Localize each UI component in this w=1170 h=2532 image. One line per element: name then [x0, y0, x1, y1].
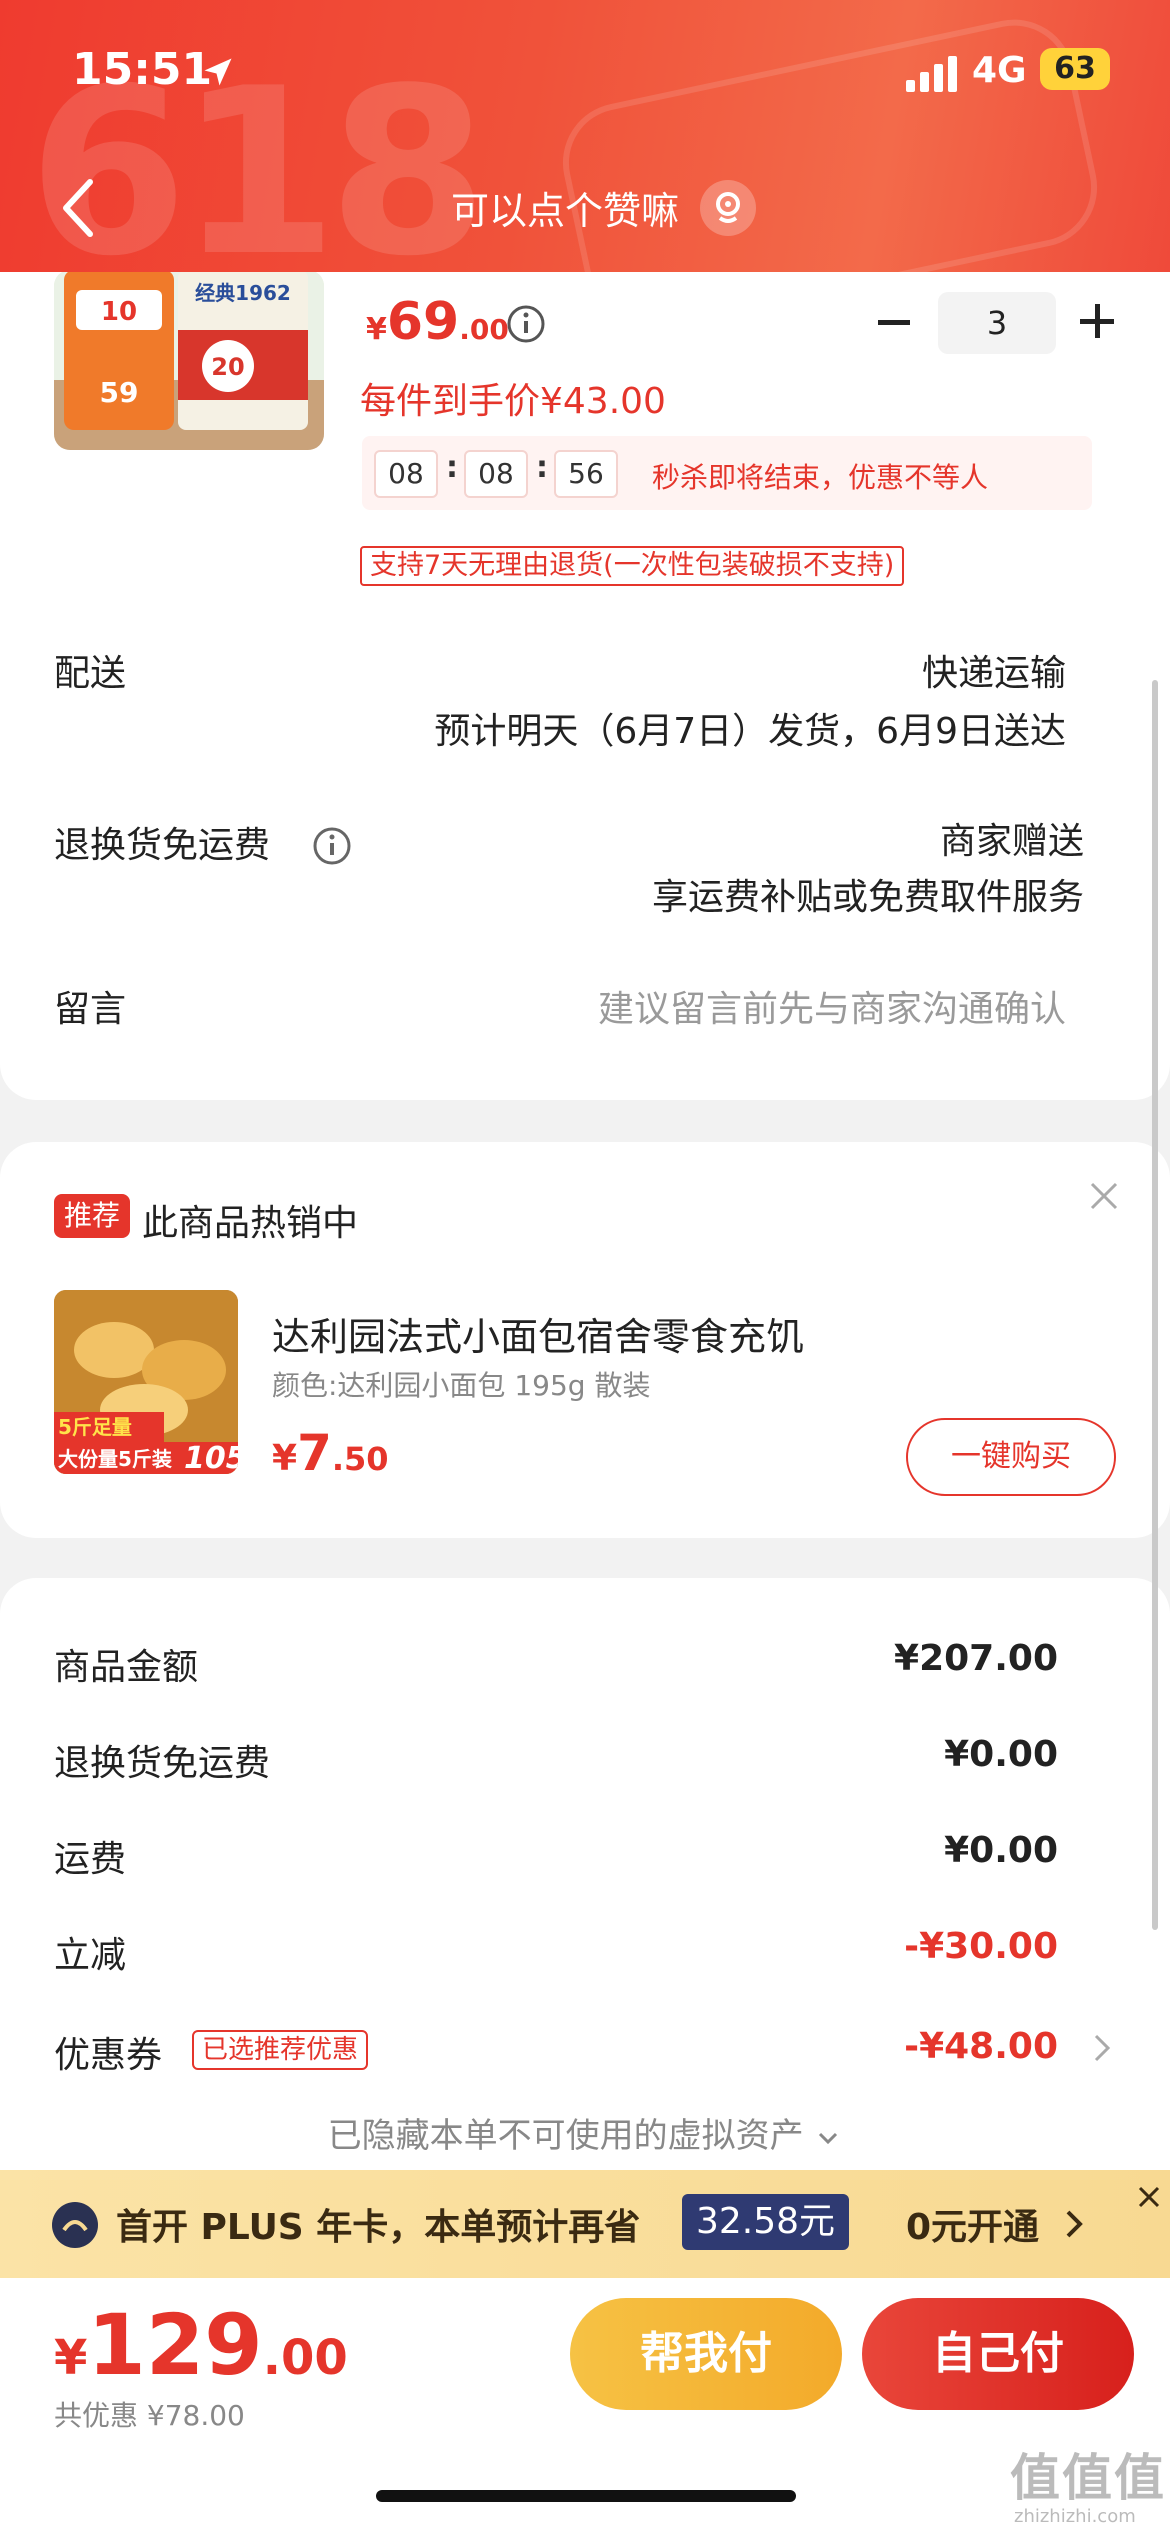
hidden-assets-text: 已隐藏本单不可使用的虚拟资产: [327, 2116, 804, 2156]
price-decimal: .00: [459, 313, 509, 346]
countdown-minutes: 08: [464, 450, 528, 498]
countdown-hours: 08: [374, 450, 438, 498]
one-click-buy-button[interactable]: 一键购买: [906, 1418, 1116, 1496]
summary-goods-label: 商品金额: [54, 1647, 199, 1688]
chevron-right-icon[interactable]: [1090, 2028, 1114, 2068]
summary-shipping-label: 运费: [54, 1839, 127, 1880]
plus-banner-text: 首开 PLUS 年卡，本单预计再省: [116, 2207, 641, 2248]
home-indicator[interactable]: [376, 2490, 796, 2502]
product-price: ¥69.00: [366, 292, 509, 352]
countdown-note: 秒杀即将结束，优惠不等人: [652, 461, 989, 494]
summary-coupon-value[interactable]: -¥48.00: [904, 2026, 1058, 2067]
return-shipping-service: 享运费补贴或免费取件服务: [651, 877, 1084, 918]
total-decimal: .00: [262, 2330, 348, 2386]
plus-membership-banner[interactable]: 首开 PLUS 年卡，本单预计再省 32.58元 0元开通: [0, 2170, 1170, 2278]
recommend-title: 此商品热销中: [142, 1203, 359, 1244]
recommend-product-price: ¥7.50: [272, 1424, 389, 1482]
location-pin-icon[interactable]: [700, 180, 756, 236]
signal-icon: [906, 56, 957, 92]
delivery-label: 配送: [54, 653, 127, 694]
delivery-estimate: 预计明天（6月7日）发货，6月9日送达: [434, 711, 1066, 752]
recommend-price-integer: 7: [297, 1424, 332, 1482]
quantity-increase-button[interactable]: [1080, 304, 1114, 338]
total-currency: ¥: [54, 2330, 88, 2386]
flash-sale-countdown: 08 : 08 : 56 秒杀即将结束，优惠不等人: [362, 436, 1092, 510]
total-saving: 共优惠 ¥78.00: [54, 2399, 245, 2432]
total-price: ¥129.00: [54, 2296, 348, 2394]
checkout-bar: ¥129.00 共优惠 ¥78.00 帮我付 自己付 值值值 zhizhizhi…: [0, 2278, 1170, 2532]
order-confirm-page: 618 15:51 4G 63 可以点个赞嘛 10 59 经典1962 20 ¥…: [0, 0, 1170, 2532]
summary-return-label: 退换货免运费: [54, 1743, 271, 1784]
return-shipping-info-icon[interactable]: [312, 826, 352, 866]
recommend-price-currency: ¥: [272, 1438, 298, 1479]
plus-logo-icon: [52, 2202, 98, 2248]
summary-return-value: ¥0.00: [944, 1734, 1058, 1775]
product-img-badge-price: 10: [101, 297, 137, 327]
pay-myself-button[interactable]: 自己付: [862, 2298, 1134, 2410]
recommend-product-spec: 颜色:达利园小面包 195g 散装: [272, 1369, 651, 1402]
recommend-price-decimal: .50: [331, 1440, 389, 1478]
summary-goods-value: ¥207.00: [894, 1638, 1058, 1679]
recommend-img-num: 105: [184, 1441, 238, 1474]
plus-saving-amount: 32.58元: [682, 2194, 850, 2250]
order-item-card: 10 59 经典1962 20 ¥69.00 3 每件到手价¥43.00 08 …: [0, 200, 1170, 1100]
recommend-product-name[interactable]: 达利园法式小面包宿舍零食充饥: [272, 1306, 804, 1361]
hidden-assets-toggle[interactable]: 已隐藏本单不可使用的虚拟资产: [0, 2108, 1170, 2157]
page-title: 可以点个赞嘛: [450, 189, 679, 233]
quantity-value[interactable]: 3: [938, 292, 1056, 354]
header-bar: 618 15:51 4G 63 可以点个赞嘛: [0, 0, 1170, 272]
chevron-down-icon: [819, 2132, 838, 2144]
scrollbar[interactable]: [1152, 680, 1158, 1930]
message-label: 留言: [54, 989, 127, 1030]
recommend-product-image[interactable]: 5斤足量 大份量5斤装 105: [54, 1290, 238, 1474]
close-icon[interactable]: [1136, 2184, 1162, 2210]
close-icon[interactable]: [1086, 1178, 1122, 1214]
battery-indicator: 63: [1040, 48, 1110, 90]
plus-open-link[interactable]: 0元开通: [906, 2198, 1039, 2250]
chevron-right-icon: [1066, 2210, 1083, 2238]
summary-discount-label: 立减: [54, 1935, 127, 1976]
summary-coupon-label: 优惠券: [54, 2035, 163, 2076]
recommend-img-line1: 5斤足量: [58, 1415, 132, 1439]
quantity-decrease-button[interactable]: [878, 320, 910, 325]
product-img-small-price: 59: [100, 376, 139, 409]
price-integer: 69: [386, 292, 460, 352]
countdown-seconds: 56: [554, 450, 618, 498]
product-img-label: 经典1962: [195, 281, 291, 305]
message-input[interactable]: 建议留言前先与商家沟通确认: [598, 980, 1066, 1032]
return-shipping-label: 退换货免运费: [54, 825, 271, 866]
product-img-anniv: 20: [211, 353, 244, 381]
summary-shipping-value: ¥0.00: [944, 1830, 1058, 1871]
summary-discount-value: -¥30.00: [904, 1926, 1058, 1967]
price-info-icon[interactable]: [506, 304, 546, 344]
unit-final-price: 每件到手价¥43.00: [360, 381, 666, 422]
recommend-badge: 推荐: [54, 1194, 131, 1238]
location-arrow-icon: [204, 58, 232, 86]
return-shipping-gift: 商家赠送: [939, 821, 1084, 862]
return-policy-tag: 支持7天无理由退货(一次性包装破损不支持): [360, 546, 905, 586]
product-image[interactable]: 10 59 经典1962 20: [54, 270, 324, 450]
countdown-colon: :: [446, 450, 458, 485]
help-me-pay-button[interactable]: 帮我付: [570, 2298, 842, 2410]
total-integer: 129: [87, 2296, 263, 2394]
recommend-img-line2: 大份量5斤装: [58, 1447, 172, 1471]
countdown-colon: :: [536, 450, 548, 485]
price-currency: ¥: [366, 312, 387, 347]
watermark-logo: 值值值: [1010, 2449, 1166, 2507]
delivery-method[interactable]: 快递运输: [922, 644, 1066, 696]
coupon-selected-tag: 已选推荐优惠: [192, 2030, 369, 2070]
price-summary-card: 商品金额 ¥207.00 退换货免运费 ¥0.00 运费 ¥0.00 立减 -¥…: [0, 1578, 1170, 2198]
watermark-site: zhizhizhi.com: [1014, 2506, 1136, 2527]
recommendation-card: 推荐 此商品热销中 5斤足量 大份量5斤装 105 达利园法式小面包宿舍零食充饥…: [0, 1142, 1170, 1538]
network-label: 4G: [972, 50, 1027, 91]
status-time: 15:51: [72, 44, 213, 95]
